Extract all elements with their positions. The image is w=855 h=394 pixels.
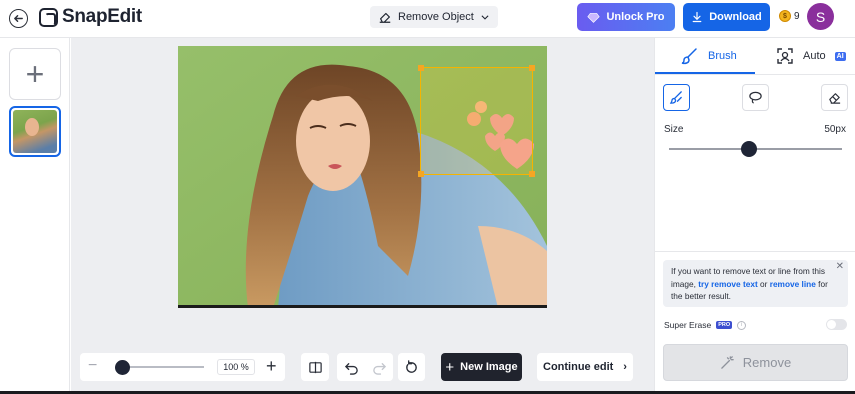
- reset-button[interactable]: [398, 353, 425, 381]
- brush-size-value: 50px: [824, 124, 846, 135]
- zoom-in-button[interactable]: +: [266, 356, 277, 377]
- back-button[interactable]: [9, 9, 28, 28]
- tip-box: If you want to remove text or line from …: [663, 260, 848, 307]
- settings-panel: Brush Auto AI Size 50px If you want to r…: [654, 38, 855, 394]
- download-label: Download: [709, 11, 762, 23]
- remove-button[interactable]: Remove: [663, 344, 848, 381]
- chevron-right-icon: ›: [623, 361, 627, 373]
- info-icon[interactable]: i: [737, 320, 747, 330]
- plus-icon: +: [25, 56, 45, 92]
- close-icon[interactable]: ✕: [836, 261, 844, 274]
- lasso-mode-button[interactable]: [742, 84, 769, 111]
- app-name: SnapEdit: [62, 6, 142, 27]
- logo[interactable]: SnapEdit: [39, 6, 142, 28]
- coin-count: 9: [794, 10, 800, 22]
- remove-line-link[interactable]: remove line: [770, 279, 816, 289]
- ai-badge: AI: [834, 51, 846, 61]
- thumbnail-image: [13, 110, 57, 153]
- brush-size-knob[interactable]: [740, 141, 757, 157]
- zoom-value[interactable]: 100 %: [217, 359, 255, 375]
- canvas-area: − 100 % + + New Image Continue edit ›: [71, 38, 654, 394]
- download-button[interactable]: Download: [683, 3, 770, 31]
- resize-handle-tr[interactable]: [529, 65, 535, 71]
- zoom-slider-knob[interactable]: [115, 360, 131, 375]
- undo-icon[interactable]: [344, 360, 359, 375]
- zoom-out-button[interactable]: −: [88, 357, 97, 375]
- pro-badge: PRO: [716, 321, 733, 329]
- coin-icon: $: [779, 10, 791, 22]
- download-icon: [692, 11, 702, 23]
- coin-balance[interactable]: $ 9: [779, 10, 800, 22]
- compare-button[interactable]: [301, 353, 329, 381]
- brush-mode-button[interactable]: [663, 84, 690, 111]
- redo-icon[interactable]: [372, 360, 387, 375]
- super-erase-row: Super Erase PRO i: [664, 320, 747, 330]
- resize-handle-br[interactable]: [529, 171, 535, 177]
- arrow-left-icon: [14, 15, 23, 22]
- panel-divider: [655, 251, 855, 252]
- selection-box[interactable]: [418, 65, 535, 177]
- tip-text-mid: or: [757, 278, 770, 289]
- compare-icon: [308, 361, 322, 373]
- resize-handle-tl[interactable]: [418, 65, 424, 71]
- new-image-button[interactable]: + New Image: [441, 353, 522, 381]
- eraser-icon: [379, 12, 391, 23]
- magic-wand-icon: [721, 356, 734, 369]
- tab-divider: [655, 74, 855, 75]
- tab-auto[interactable]: Auto AI: [776, 38, 846, 74]
- reset-icon: [406, 359, 417, 373]
- continue-edit-button[interactable]: Continue edit ›: [537, 353, 633, 381]
- resize-handle-bl[interactable]: [418, 171, 424, 177]
- brush-mode-icon: [669, 91, 682, 104]
- zoom-control: − 100 % +: [80, 353, 285, 381]
- tool-dropdown-label: Remove Object: [398, 11, 474, 23]
- lasso-icon: [749, 91, 762, 104]
- try-remove-text-link[interactable]: try remove text: [698, 279, 758, 289]
- eraser-mode-button[interactable]: [821, 84, 848, 111]
- brush-icon: [681, 48, 697, 65]
- tool-dropdown[interactable]: Remove Object: [370, 6, 498, 28]
- tab-brush-label: Brush: [708, 50, 737, 62]
- super-erase-toggle[interactable]: [826, 319, 847, 330]
- add-image-button[interactable]: +: [9, 48, 61, 100]
- remove-label: Remove: [742, 355, 792, 370]
- user-avatar[interactable]: S: [807, 3, 834, 30]
- continue-edit-label: Continue edit: [543, 361, 614, 373]
- image-thumbnail[interactable]: [9, 106, 61, 157]
- undo-redo-group: [337, 353, 393, 381]
- super-erase-label: Super Erase: [664, 320, 712, 330]
- tab-brush[interactable]: Brush: [681, 38, 737, 74]
- brush-size-label: Size: [664, 124, 684, 135]
- new-image-label: New Image: [460, 361, 518, 373]
- snapedit-logo-icon: [39, 7, 58, 27]
- diamond-icon: [587, 12, 601, 23]
- unlock-pro-button[interactable]: Unlock Pro: [577, 3, 675, 31]
- plus-icon: +: [445, 358, 455, 376]
- top-bar: SnapEdit Remove Object Unlock Pro Downlo…: [0, 0, 855, 38]
- image-rail: +: [0, 38, 70, 394]
- eraser-icon: [829, 93, 841, 104]
- unlock-pro-label: Unlock Pro: [606, 11, 665, 23]
- chevron-down-icon: [481, 15, 489, 20]
- auto-detect-icon: [777, 48, 793, 64]
- tab-auto-label: Auto: [803, 50, 826, 62]
